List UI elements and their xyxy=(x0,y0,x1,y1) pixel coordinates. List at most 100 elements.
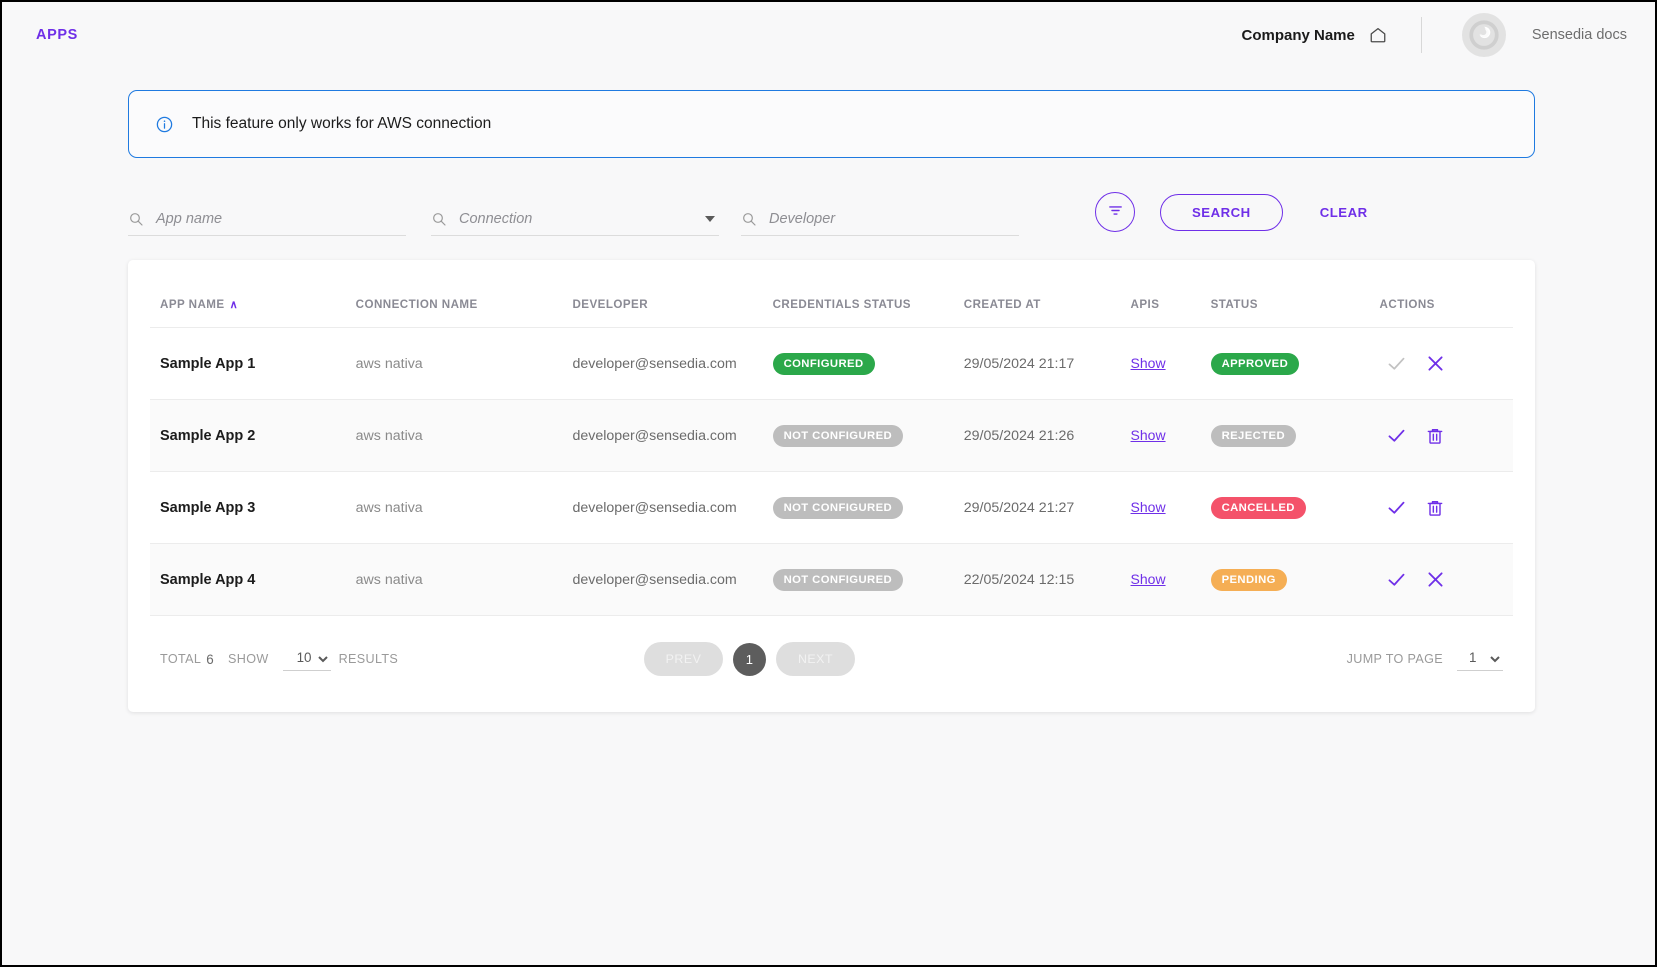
total-label: TOTAL xyxy=(160,652,201,666)
status-badge: REJECTED xyxy=(1211,425,1296,447)
filter-bar: App name Connection Developer xyxy=(128,188,1535,236)
search-input-connection[interactable]: Connection xyxy=(431,202,719,236)
column-header-status[interactable]: STATUS xyxy=(1211,282,1380,328)
column-header-connection-name[interactable]: CONNECTION NAME xyxy=(356,282,573,328)
cell-app-name: Sample App 3 xyxy=(150,472,356,544)
credentials-status-badge: CONFIGURED xyxy=(773,353,875,375)
cell-developer: developer@sensedia.com xyxy=(572,400,772,472)
credentials-status-badge: NOT CONFIGURED xyxy=(773,497,904,519)
cell-connection-name: aws nativa xyxy=(356,544,573,616)
search-input-developer[interactable]: Developer xyxy=(741,202,1019,236)
cell-status: PENDING xyxy=(1211,544,1380,616)
column-header-developer[interactable]: DEVELOPER xyxy=(572,282,772,328)
header-right-group: Company Name Sensedia docs xyxy=(1242,13,1628,57)
current-page-button[interactable]: 1 xyxy=(733,643,766,676)
cell-credentials-status: NOT CONFIGURED xyxy=(773,400,964,472)
show-apis-link[interactable]: Show xyxy=(1131,571,1166,587)
cell-developer: developer@sensedia.com xyxy=(572,328,772,400)
trash-icon[interactable] xyxy=(1425,426,1445,446)
search-icon xyxy=(741,211,757,227)
approve-check-icon[interactable] xyxy=(1386,497,1407,518)
connection-placeholder: Connection xyxy=(459,211,532,227)
filter-icon xyxy=(1107,202,1124,222)
cell-created-at: 29/05/2024 21:26 xyxy=(964,400,1131,472)
clear-button[interactable]: CLEAR xyxy=(1314,204,1374,221)
home-icon[interactable] xyxy=(1369,26,1387,44)
search-icon xyxy=(431,211,447,227)
cell-developer: developer@sensedia.com xyxy=(572,544,772,616)
cell-developer: developer@sensedia.com xyxy=(572,472,772,544)
search-icon xyxy=(128,211,144,227)
column-header-app-name[interactable]: APP NAME ∧ xyxy=(150,282,356,328)
sensedia-docs-link[interactable]: Sensedia docs xyxy=(1532,27,1627,43)
status-badge: PENDING xyxy=(1211,569,1287,591)
jump-to-page-select[interactable]: 1 xyxy=(1457,647,1503,671)
column-header-credentials-status[interactable]: CREDENTIALS STATUS xyxy=(773,282,964,328)
column-label: APP NAME xyxy=(160,298,225,311)
cell-credentials-status: CONFIGURED xyxy=(773,328,964,400)
close-icon[interactable] xyxy=(1425,353,1446,374)
cell-app-name: Sample App 4 xyxy=(150,544,356,616)
cell-credentials-status: NOT CONFIGURED xyxy=(773,472,964,544)
approve-check-icon[interactable] xyxy=(1386,425,1407,446)
info-banner-message: This feature only works for AWS connecti… xyxy=(192,115,491,133)
cell-actions xyxy=(1380,472,1513,544)
approve-check-icon[interactable] xyxy=(1386,569,1407,590)
results-label: RESULTS xyxy=(339,652,399,666)
page-size-select[interactable]: 10 xyxy=(283,647,331,671)
search-button[interactable]: SEARCH xyxy=(1160,194,1283,231)
chevron-down-icon[interactable] xyxy=(705,216,715,222)
trash-icon[interactable] xyxy=(1425,498,1445,518)
cell-apis: Show xyxy=(1131,328,1211,400)
table-row[interactable]: Sample App 2 aws nativa developer@sensed… xyxy=(150,400,1513,472)
column-header-apis[interactable]: APIS xyxy=(1131,282,1211,328)
next-page-button[interactable]: NEXT xyxy=(776,642,855,676)
show-apis-link[interactable]: Show xyxy=(1131,499,1166,515)
table-row[interactable]: Sample App 3 aws nativa developer@sensed… xyxy=(150,472,1513,544)
show-apis-link[interactable]: Show xyxy=(1131,355,1166,371)
cell-created-at: 29/05/2024 21:27 xyxy=(964,472,1131,544)
credentials-status-badge: NOT CONFIGURED xyxy=(773,569,904,591)
show-apis-link[interactable]: Show xyxy=(1131,427,1166,443)
table-body: Sample App 1 aws nativa developer@sensed… xyxy=(150,328,1513,616)
developer-placeholder: Developer xyxy=(769,211,835,227)
total-value: 6 xyxy=(206,652,214,667)
table-row[interactable]: Sample App 1 aws nativa developer@sensed… xyxy=(150,328,1513,400)
pagination: PREV 1 NEXT xyxy=(644,642,855,676)
cell-app-name: Sample App 1 xyxy=(150,328,356,400)
prev-page-button[interactable]: PREV xyxy=(644,642,723,676)
company-name: Company Name xyxy=(1242,27,1355,44)
apps-table: APP NAME ∧ CONNECTION NAME DEVELOPER CRED… xyxy=(150,282,1513,616)
info-banner: This feature only works for AWS connecti… xyxy=(128,90,1535,158)
info-icon xyxy=(155,115,174,134)
top-header-bar: APPS Company Name Sensedia docs xyxy=(2,2,1655,68)
column-header-created-at[interactable]: CREATED AT xyxy=(964,282,1131,328)
cell-created-at: 29/05/2024 21:17 xyxy=(964,328,1131,400)
cell-status: REJECTED xyxy=(1211,400,1380,472)
table-row[interactable]: Sample App 4 aws nativa developer@sensed… xyxy=(150,544,1513,616)
cell-status: CANCELLED xyxy=(1211,472,1380,544)
row-actions xyxy=(1380,569,1513,590)
status-badge: APPROVED xyxy=(1211,353,1300,375)
status-badge: CANCELLED xyxy=(1211,497,1306,519)
close-icon[interactable] xyxy=(1425,569,1446,590)
row-actions xyxy=(1380,497,1513,518)
jump-to-page-group: JUMP TO PAGE 1 xyxy=(1347,647,1503,671)
credentials-status-badge: NOT CONFIGURED xyxy=(773,425,904,447)
cell-apis: Show xyxy=(1131,472,1211,544)
cell-connection-name: aws nativa xyxy=(356,472,573,544)
advanced-filter-button[interactable] xyxy=(1095,192,1135,232)
search-input-app-name[interactable]: App name xyxy=(128,202,406,236)
sort-asc-icon[interactable]: ∧ xyxy=(230,299,239,311)
app-name-placeholder: App name xyxy=(156,211,222,227)
cell-connection-name: aws nativa xyxy=(356,400,573,472)
cell-actions xyxy=(1380,544,1513,616)
cell-credentials-status: NOT CONFIGURED xyxy=(773,544,964,616)
page-root: APPS Company Name Sensedia docs xyxy=(2,2,1655,965)
column-header-actions: ACTIONS xyxy=(1380,282,1513,328)
page-title: APPS xyxy=(36,27,78,43)
apps-table-card: APP NAME ∧ CONNECTION NAME DEVELOPER CRED… xyxy=(128,260,1535,712)
cell-apis: Show xyxy=(1131,544,1211,616)
cell-created-at: 22/05/2024 12:15 xyxy=(964,544,1131,616)
table-header: APP NAME ∧ CONNECTION NAME DEVELOPER CRED… xyxy=(150,282,1513,328)
